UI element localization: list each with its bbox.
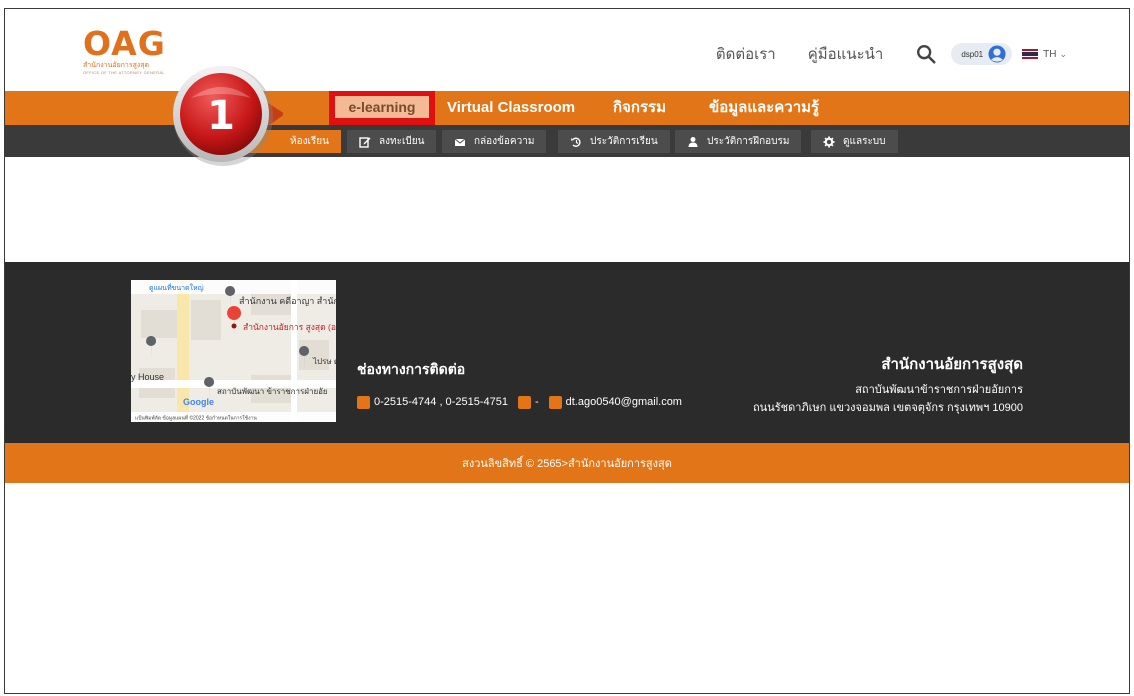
map-label-place3: ไปรษ ดาข bbox=[312, 357, 336, 366]
map-label-place2: สำนักงานอัยการ สูงสุด (อาคาร ถนน... bbox=[243, 322, 336, 333]
nav-elearning-label: e-learning bbox=[335, 96, 429, 118]
logo-subtitle-en: OFFICE OF THE ATTORNEY GENERAL bbox=[83, 70, 165, 75]
map-label-place4: y House bbox=[131, 372, 164, 382]
user-icon bbox=[688, 136, 698, 147]
chevron-down-icon: ⌄ bbox=[1059, 48, 1067, 59]
map-canvas: ดูแผนที่ขนาดใหญ่ สำนักงาน คดีอาญา สำนักง… bbox=[131, 280, 336, 422]
nav-elearning[interactable]: e-learning bbox=[329, 91, 435, 125]
nav-knowledge[interactable]: ข้อมูลและความรู้ bbox=[709, 91, 819, 125]
subtab-register-label: ลงทะเบียน bbox=[379, 136, 425, 147]
contact-link[interactable]: ติดต่อเรา bbox=[716, 42, 776, 66]
copyright-bar: สงวนลิขสิทธิ์ © 2565>สำนักงานอัยการสูงสุ… bbox=[5, 443, 1129, 483]
logo-mark: OAG bbox=[83, 24, 166, 63]
org-address-line2: ถนนรัชดาภิเษก แขวงจอมพล เขตจตุจักร กรุงเ… bbox=[753, 402, 1023, 414]
subtab-register[interactable]: ลงทะเบียน bbox=[347, 130, 437, 153]
gear-icon bbox=[823, 136, 835, 147]
subtab-admin-label: ดูแลระบบ bbox=[843, 136, 886, 147]
phone-icon bbox=[357, 395, 370, 409]
map-label-place1: สำนักงาน คดีอาญา สำนักงาน... bbox=[239, 296, 336, 306]
language-selector[interactable]: TH ⌄ bbox=[1022, 49, 1067, 60]
fax-icon bbox=[517, 395, 531, 409]
phone-numbers: 0-2515-4744 , 0-2515-4751 bbox=[374, 396, 508, 408]
user-name: dsp01 bbox=[961, 49, 984, 59]
browser-frame: OAG สำนักงานอัยการสูงสุด OFFICE OF THE A… bbox=[4, 8, 1130, 694]
org-title: สำนักงานอัยการสูงสุด bbox=[881, 356, 1023, 373]
subtab-inbox[interactable]: กล่องข้อความ bbox=[442, 130, 547, 153]
google-logo: Google bbox=[183, 397, 214, 407]
subtab-study-history[interactable]: ประวัติการเรียน bbox=[558, 130, 670, 153]
subtab-study-history-label: ประวัติการเรียน bbox=[590, 136, 658, 147]
contact-line: 0-2515-4744 , 0-2515-4751 - dt.ago0540@g… bbox=[357, 393, 682, 411]
map-enlarge-link[interactable]: ดูแผนที่ขนาดใหญ่ bbox=[149, 283, 204, 292]
subtab-classroom-label: ห้องเรียน bbox=[290, 136, 329, 147]
user-menu[interactable]: dsp01 bbox=[951, 43, 1013, 65]
search-icon[interactable] bbox=[915, 43, 937, 65]
site-footer: ดูแผนที่ขนาดใหญ่ สำนักงาน คดีอาญา สำนักง… bbox=[5, 262, 1129, 443]
nav-activities[interactable]: กิจกรรม bbox=[613, 91, 666, 125]
envelope-icon bbox=[454, 138, 466, 146]
nav-virtual-classroom[interactable]: Virtual Classroom bbox=[447, 91, 575, 125]
map-label-place5: สถาบันพัฒนา ข้าราชการฝ่ายอัย bbox=[217, 387, 328, 396]
fax-number: - bbox=[534, 396, 539, 408]
email-icon bbox=[548, 395, 562, 409]
org-address-line1: สถาบันพัฒนาข้าราชการฝ่ายอัยการ bbox=[855, 384, 1023, 396]
top-links: ติดต่อเรา คู่มือแนะนำ dsp01 TH ⌄ bbox=[716, 39, 1129, 69]
subtab-admin[interactable]: ดูแลระบบ bbox=[811, 130, 898, 153]
thai-flag-icon bbox=[1022, 49, 1039, 60]
subtab-inbox-label: กล่องข้อความ bbox=[474, 136, 535, 147]
subtab-training-history[interactable]: ประวัติการฝึกอบรม bbox=[675, 130, 802, 153]
google-map[interactable]: ดูแผนที่ขนาดใหญ่ สำนักงาน คดีอาญา สำนักง… bbox=[131, 280, 336, 422]
email-address[interactable]: dt.ago0540@gmail.com bbox=[566, 396, 682, 408]
user-avatar-icon bbox=[988, 45, 1006, 63]
map-footer-text: แป้นพิมพ์ลัด ข้อมูลแผนที่ ©2022 ข้อกำหนด… bbox=[135, 415, 257, 422]
edit-icon bbox=[359, 136, 371, 148]
step-badge: 1 bbox=[173, 66, 283, 166]
step-number: 1 bbox=[207, 93, 235, 139]
oag-logo[interactable]: OAG สำนักงานอัยการสูงสุด OFFICE OF THE A… bbox=[83, 27, 173, 83]
language-label: TH bbox=[1043, 48, 1057, 60]
contact-title: ช่องทางการติดต่อ bbox=[357, 361, 466, 377]
subtab-training-history-label: ประวัติการฝึกอบรม bbox=[707, 136, 790, 147]
manual-link[interactable]: คู่มือแนะนำ bbox=[808, 42, 884, 66]
history-icon bbox=[571, 137, 581, 147]
copyright-text: สงวนลิขสิทธิ์ © 2565>สำนักงานอัยการสูงสุ… bbox=[462, 458, 672, 470]
